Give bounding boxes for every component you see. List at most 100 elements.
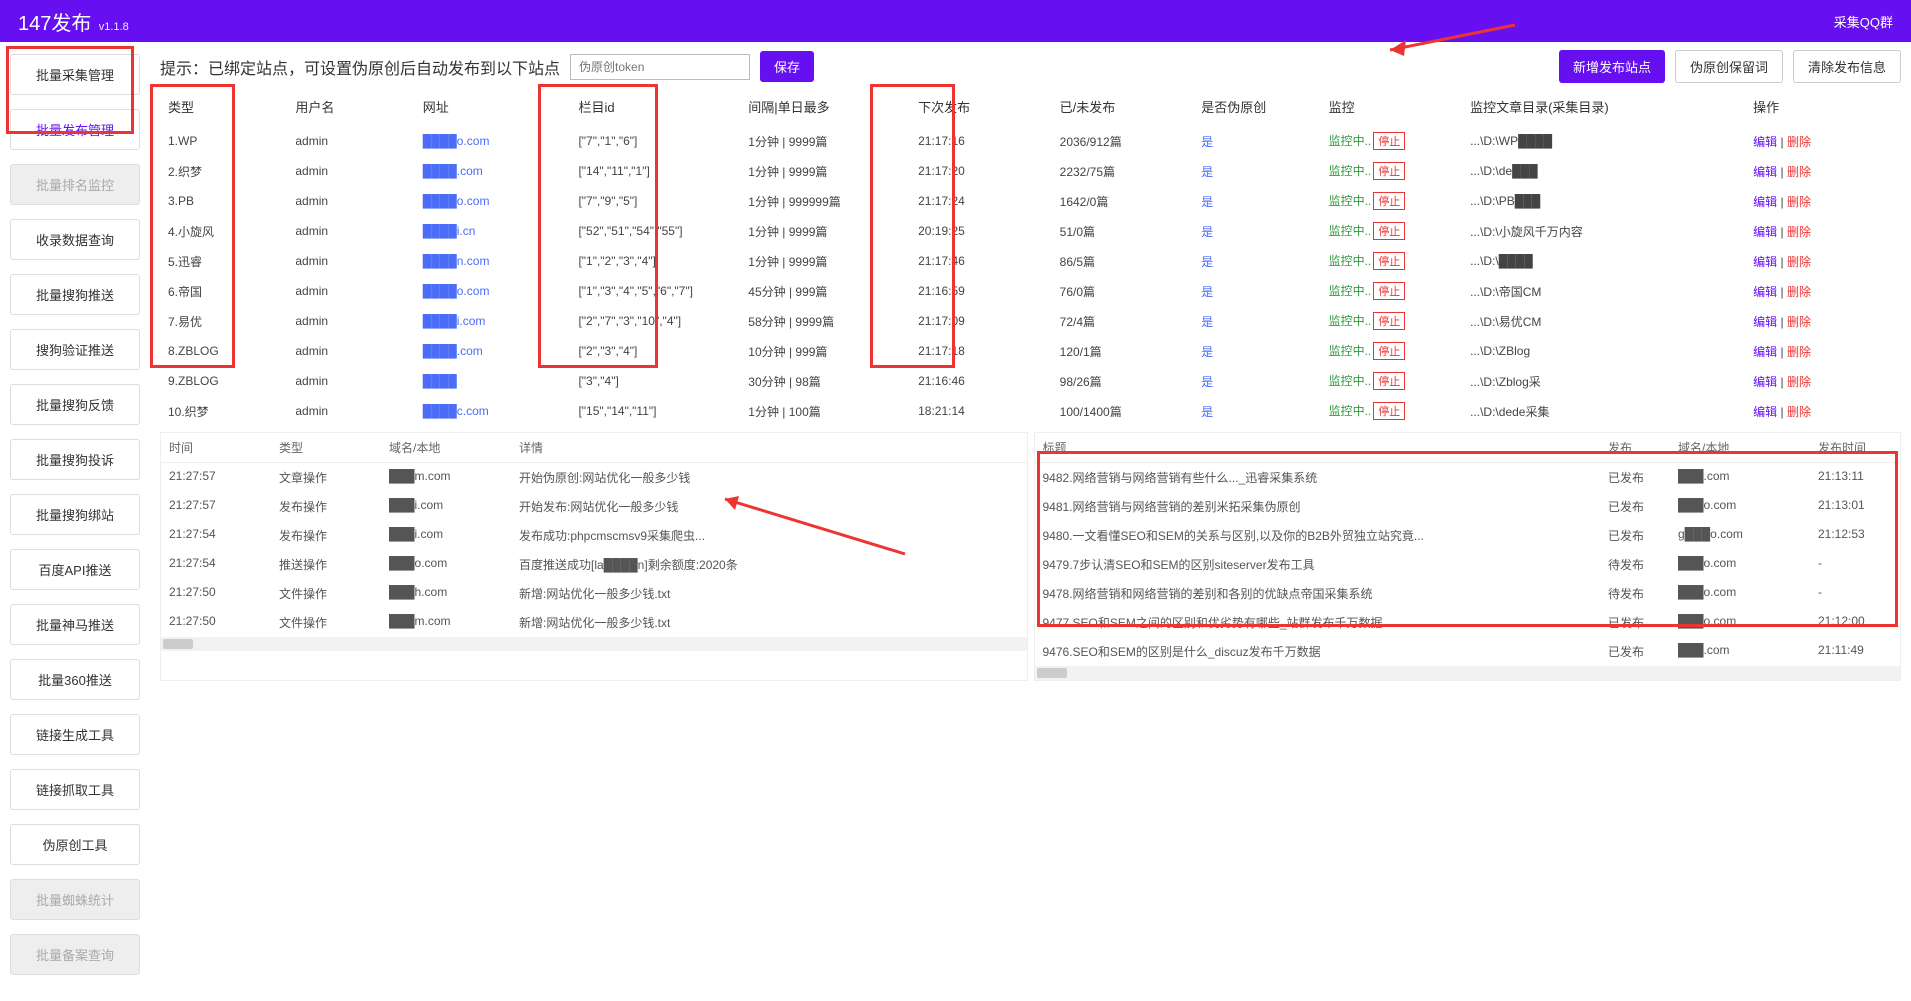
- pseudo-flag[interactable]: 是: [1201, 255, 1213, 269]
- save-button[interactable]: 保存: [760, 51, 814, 82]
- site-url[interactable]: ████o.com: [423, 194, 490, 208]
- pseudo-flag[interactable]: 是: [1201, 285, 1213, 299]
- sidebar-item-14[interactable]: 伪原创工具: [10, 824, 140, 865]
- sidebar-item-16: 批量备案查询: [10, 934, 140, 975]
- sidebar-item-5[interactable]: 搜狗验证推送: [10, 329, 140, 370]
- log-row: 9480.一文看懂SEO和SEM的关系与区别,以及你的B2B外贸独立站究竟...…: [1035, 521, 1901, 550]
- app-version: v1.1.8: [99, 21, 129, 33]
- sidebar-item-8[interactable]: 批量搜狗绑站: [10, 494, 140, 535]
- pseudo-flag[interactable]: 是: [1201, 405, 1213, 419]
- site-url[interactable]: ████o.com: [423, 134, 490, 148]
- monitor-status: 监控中..: [1329, 224, 1372, 238]
- site-url[interactable]: ████i.com: [423, 314, 486, 328]
- edit-link[interactable]: 编辑: [1753, 225, 1777, 239]
- keep-words-button[interactable]: 伪原创保留词: [1675, 50, 1783, 83]
- sidebar-item-6[interactable]: 批量搜狗反馈: [10, 384, 140, 425]
- delete-link[interactable]: 删除: [1787, 285, 1811, 299]
- stop-button[interactable]: 停止: [1373, 312, 1405, 330]
- monitor-status: 监控中..: [1329, 284, 1372, 298]
- stop-button[interactable]: 停止: [1373, 222, 1405, 240]
- edit-link[interactable]: 编辑: [1753, 315, 1777, 329]
- monitor-status: 监控中..: [1329, 404, 1372, 418]
- log-row: 9478.网络营销和网络营销的差别和各别的优缺点帝国采集系统待发布███o.co…: [1035, 579, 1901, 608]
- site-url[interactable]: ████n.com: [423, 254, 490, 268]
- delete-link[interactable]: 删除: [1787, 405, 1811, 419]
- stop-button[interactable]: 停止: [1373, 162, 1405, 180]
- col-header: 操作: [1745, 91, 1901, 126]
- log-left: 时间类型域名/本地详情21:27:57文章操作███m.com开始伪原创:网站优…: [160, 432, 1028, 681]
- sidebar-item-4[interactable]: 批量搜狗推送: [10, 274, 140, 315]
- edit-link[interactable]: 编辑: [1753, 375, 1777, 389]
- delete-link[interactable]: 删除: [1787, 255, 1811, 269]
- scrollbar[interactable]: [1035, 666, 1901, 680]
- pseudo-flag[interactable]: 是: [1201, 195, 1213, 209]
- sidebar-item-3[interactable]: 收录数据查询: [10, 219, 140, 260]
- edit-link[interactable]: 编辑: [1753, 165, 1777, 179]
- site-url[interactable]: ████c.com: [423, 404, 489, 418]
- site-url[interactable]: ████i.cn: [423, 224, 476, 238]
- monitor-status: 监控中..: [1329, 164, 1372, 178]
- edit-link[interactable]: 编辑: [1753, 405, 1777, 419]
- table-row: 3.PBadmin████o.com["7","9","5"]1分钟 | 999…: [160, 186, 1901, 216]
- token-input[interactable]: [570, 54, 750, 80]
- col-header: 下次发布: [910, 91, 1052, 126]
- stop-button[interactable]: 停止: [1373, 342, 1405, 360]
- sidebar-item-0[interactable]: 批量采集管理: [10, 54, 140, 95]
- edit-link[interactable]: 编辑: [1753, 195, 1777, 209]
- stop-button[interactable]: 停止: [1373, 132, 1405, 150]
- sidebar-item-11[interactable]: 批量360推送: [10, 659, 140, 700]
- scrollbar[interactable]: [161, 637, 1027, 651]
- table-row: 8.ZBLOGadmin████.com["2","3","4"]10分钟 | …: [160, 336, 1901, 366]
- pseudo-flag[interactable]: 是: [1201, 315, 1213, 329]
- delete-link[interactable]: 删除: [1787, 315, 1811, 329]
- stop-button[interactable]: 停止: [1373, 252, 1405, 270]
- stop-button[interactable]: 停止: [1373, 372, 1405, 390]
- pseudo-flag[interactable]: 是: [1201, 165, 1213, 179]
- delete-link[interactable]: 删除: [1787, 375, 1811, 389]
- log-row: 9481.网络营销与网络营销的差别米拓采集伪原创已发布███o.com21:13…: [1035, 492, 1901, 521]
- table-row: 2.织梦admin████.com["14","11","1"]1分钟 | 99…: [160, 156, 1901, 186]
- monitor-status: 监控中..: [1329, 344, 1372, 358]
- log-row: 9482.网络营销与网络营销有些什么..._迅睿采集系统已发布███.com21…: [1035, 463, 1901, 492]
- edit-link[interactable]: 编辑: [1753, 135, 1777, 149]
- stop-button[interactable]: 停止: [1373, 282, 1405, 300]
- table-row: 9.ZBLOGadmin████["3","4"]30分钟 | 98篇21:16…: [160, 366, 1901, 396]
- pseudo-flag[interactable]: 是: [1201, 225, 1213, 239]
- sidebar-item-12[interactable]: 链接生成工具: [10, 714, 140, 755]
- edit-link[interactable]: 编辑: [1753, 345, 1777, 359]
- pseudo-flag[interactable]: 是: [1201, 345, 1213, 359]
- sidebar: 批量采集管理批量发布管理批量排名监控收录数据查询批量搜狗推送搜狗验证推送批量搜狗…: [0, 42, 150, 1001]
- delete-link[interactable]: 删除: [1787, 135, 1811, 149]
- stop-button[interactable]: 停止: [1373, 192, 1405, 210]
- site-url[interactable]: ████o.com: [423, 284, 490, 298]
- edit-link[interactable]: 编辑: [1753, 255, 1777, 269]
- site-url[interactable]: ████.com: [423, 164, 483, 178]
- col-header: 监控文章目录(采集目录): [1462, 91, 1745, 126]
- site-url[interactable]: ████.com: [423, 344, 483, 358]
- sidebar-item-10[interactable]: 批量神马推送: [10, 604, 140, 645]
- monitor-status: 监控中..: [1329, 134, 1372, 148]
- monitor-status: 监控中..: [1329, 254, 1372, 268]
- edit-link[interactable]: 编辑: [1753, 285, 1777, 299]
- sidebar-item-7[interactable]: 批量搜狗投诉: [10, 439, 140, 480]
- delete-link[interactable]: 删除: [1787, 165, 1811, 179]
- top-bar: 147发布 v1.1.8 采集QQ群: [0, 0, 1911, 42]
- add-site-button[interactable]: 新增发布站点: [1559, 50, 1665, 83]
- qq-link[interactable]: 采集QQ群: [1834, 12, 1893, 31]
- delete-link[interactable]: 删除: [1787, 225, 1811, 239]
- col-header: 是否伪原创: [1193, 91, 1320, 126]
- delete-link[interactable]: 删除: [1787, 345, 1811, 359]
- stop-button[interactable]: 停止: [1373, 402, 1405, 420]
- sites-table: 类型用户名网址栏目id间隔|单日最多下次发布已/未发布是否伪原创监控监控文章目录…: [160, 91, 1901, 426]
- table-row: 1.WPadmin████o.com["7","1","6"]1分钟 | 999…: [160, 126, 1901, 156]
- sidebar-item-1[interactable]: 批量发布管理: [10, 109, 140, 150]
- pseudo-flag[interactable]: 是: [1201, 375, 1213, 389]
- clear-info-button[interactable]: 清除发布信息: [1793, 50, 1901, 83]
- log-col: 详情: [511, 433, 1027, 462]
- pseudo-flag[interactable]: 是: [1201, 135, 1213, 149]
- sidebar-item-13[interactable]: 链接抓取工具: [10, 769, 140, 810]
- sidebar-item-15: 批量蜘蛛统计: [10, 879, 140, 920]
- delete-link[interactable]: 删除: [1787, 195, 1811, 209]
- site-url[interactable]: ████: [423, 374, 457, 388]
- sidebar-item-9[interactable]: 百度API推送: [10, 549, 140, 590]
